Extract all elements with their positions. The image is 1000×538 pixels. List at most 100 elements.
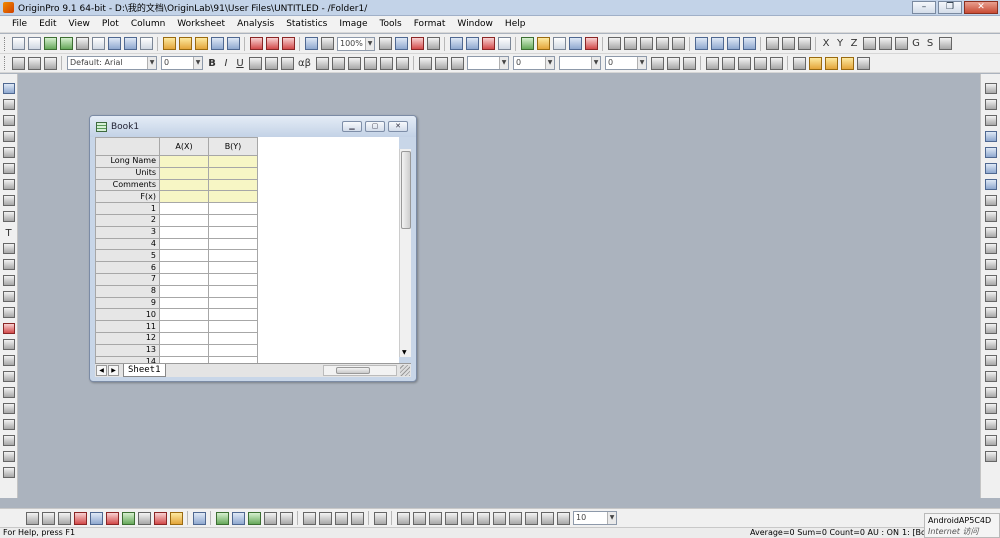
table-cell[interactable] [208,190,258,204]
clear-filter-icon[interactable] [781,37,795,50]
row-label[interactable]: F(x) [95,190,160,204]
polar-plot-icon[interactable] [137,511,151,525]
cell-border-icon[interactable] [666,56,680,70]
align-bottom-obj-icon[interactable] [444,511,458,525]
hscroll-thumb[interactable] [336,367,370,374]
3d-surface-icon[interactable] [192,511,206,525]
table-cell[interactable] [159,272,209,286]
toolbar-options-icon[interactable] [938,37,952,50]
align-icon[interactable] [984,370,997,382]
fill-area-icon[interactable] [121,511,135,525]
menu-help[interactable]: Help [499,19,532,29]
right-align-icon[interactable] [379,56,393,70]
row-number[interactable]: 10 [95,308,160,322]
row-number[interactable]: 13 [95,343,160,357]
toolbar-grip[interactable] [4,56,7,70]
row-number[interactable]: 5 [95,249,160,263]
hand-tool-icon[interactable] [2,290,15,302]
axis-right-icon[interactable] [984,242,997,254]
table-cell[interactable] [208,343,258,357]
bar-chart-icon[interactable] [710,37,724,50]
waterfall-icon[interactable] [279,511,293,525]
rescale-x-icon[interactable] [984,98,997,110]
arrow-tool-icon[interactable] [2,242,15,254]
perspective-icon[interactable] [334,511,348,525]
rescale-icon[interactable] [984,82,997,94]
left-align-icon[interactable] [347,56,361,70]
line-symbol-plot-icon[interactable] [57,511,71,525]
row-number[interactable]: 9 [95,296,160,310]
forward-icon[interactable] [824,56,838,70]
table-cell[interactable] [208,249,258,263]
table-cell[interactable] [159,225,209,239]
menu-format[interactable]: Format [408,19,452,29]
set-as-group-icon[interactable]: G [911,37,922,50]
row-number[interactable]: 2 [95,213,160,227]
zoom-combo[interactable]: 100% ▼ [337,36,375,51]
table-cell[interactable] [208,178,258,192]
table-cell[interactable] [159,190,209,204]
new-workbook-icon[interactable] [43,37,57,50]
add-column-icon[interactable] [584,37,598,50]
line-color-icon[interactable] [450,56,464,70]
axis-bottom-icon[interactable] [984,194,997,206]
stack-chart-icon[interactable] [726,37,740,50]
open-template-icon[interactable] [178,37,192,50]
table-cell[interactable] [208,320,258,333]
chevron-down-icon[interactable]: ▼ [365,37,374,50]
horizontal-scrollbar[interactable] [323,365,397,376]
row-number[interactable]: 4 [95,237,160,251]
decrease-font-icon[interactable] [331,56,345,70]
3d-scatter-icon[interactable] [231,511,245,525]
table-cell[interactable] [159,261,209,274]
table-cell[interactable] [208,202,258,215]
group-icon[interactable] [856,56,870,70]
table-cell[interactable] [159,296,209,310]
table-cell[interactable] [159,355,209,363]
minimize-button[interactable]: – [912,1,936,14]
table-cell[interactable] [208,296,258,310]
draw-data-icon[interactable] [2,178,15,190]
new-layout-icon[interactable] [123,37,137,50]
data-reader-icon[interactable] [2,146,15,158]
align-top-obj-icon[interactable] [428,511,442,525]
underline-button[interactable]: U [235,57,246,70]
apps-icon[interactable] [552,37,566,50]
table-cell[interactable] [208,155,258,168]
color-scale-icon[interactable] [984,322,997,334]
column-chart-icon[interactable] [694,37,708,50]
same-width-icon[interactable] [492,511,506,525]
screen-reader-icon[interactable] [2,130,15,142]
regional-data-selector-icon[interactable] [2,210,15,222]
add-layer-icon[interactable] [984,178,997,190]
axis-top-icon[interactable] [984,210,997,222]
new-excel-icon[interactable] [59,37,73,50]
workbook-close-button[interactable]: ✕ [388,121,408,132]
supersub-icon[interactable] [280,56,294,70]
table-cell[interactable] [208,284,258,298]
new-function-icon[interactable] [107,37,121,50]
table-cell[interactable] [159,237,209,251]
align-horizontal-icon[interactable] [476,511,490,525]
3d-bar-icon[interactable] [215,511,229,525]
table-cell[interactable] [159,284,209,298]
table-cell[interactable] [208,225,258,239]
workbook-window[interactable]: Book1 ▁ ▢ ✕ A(X) B(Y) Long Name Units Co… [89,115,417,382]
row-label[interactable]: Long Name [95,155,160,168]
sheet-tab[interactable]: Sheet1 [123,364,166,377]
chevron-down-icon[interactable]: ▼ [499,57,508,69]
align-bottom-icon[interactable] [753,56,767,70]
border-style-combo[interactable]: ▼ [559,56,601,70]
more-tools-icon[interactable] [2,370,15,382]
chevron-down-icon[interactable]: ▼ [591,57,600,69]
workbook-maximize-button[interactable]: ▢ [365,121,385,132]
table-cell[interactable] [159,343,209,357]
tilt-icon[interactable] [318,511,332,525]
table-cell[interactable] [208,261,258,274]
layer-info-icon[interactable] [984,354,997,366]
data-selector-icon[interactable] [2,162,15,174]
row-number[interactable]: 7 [95,272,160,286]
backward-icon[interactable] [840,56,854,70]
group-objects-icon[interactable] [524,511,538,525]
split-icon[interactable] [2,402,15,414]
